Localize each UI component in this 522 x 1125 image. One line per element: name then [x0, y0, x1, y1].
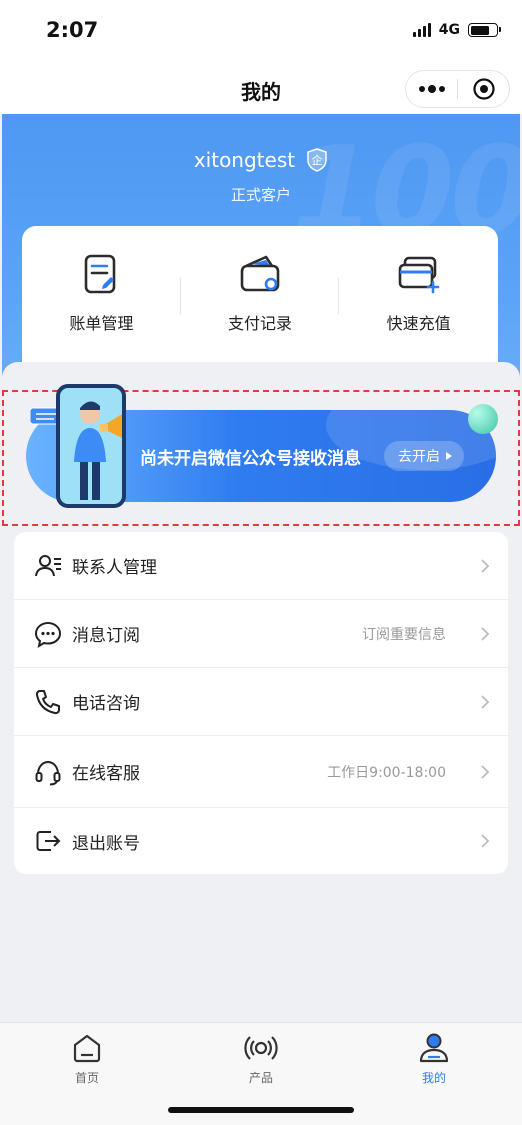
tab-label: 首页: [74, 1071, 99, 1085]
menu-item-label: 退出账号: [72, 833, 140, 854]
message-icon: [34, 621, 62, 648]
menu-item-label: 消息订阅: [72, 626, 140, 646]
quick-action-payments[interactable]: 支付记录: [181, 226, 340, 376]
miniprogram-capsule: [405, 70, 510, 108]
tab-bar: 首页 产品 我的: [0, 1022, 522, 1125]
status-time: 2:07: [46, 18, 99, 42]
menu-item-label: 联系人管理: [72, 558, 157, 578]
chevron-right-icon: [481, 558, 490, 573]
quick-action-label: 快速充值: [386, 314, 451, 333]
enable-button-label: 去开启: [398, 449, 440, 465]
phone-icon: [35, 689, 60, 714]
enable-button[interactable]: 去开启: [384, 441, 464, 471]
username: xitongtest: [193, 148, 296, 172]
profile-name-row: xitongtest 企: [2, 148, 520, 172]
signal-icon: [412, 23, 431, 37]
menu-item-phone-consult[interactable]: 电话咨询: [14, 668, 508, 736]
menu-item-online-service[interactable]: 在线客服 工作日9:00-18:00: [14, 736, 508, 808]
settings-menu: 联系人管理 消息订阅 订阅重要信息 电话咨询 在线客服 工作日9:00-18:0…: [14, 532, 508, 874]
quick-action-recharge[interactable]: 快速充值: [339, 226, 498, 376]
bill-icon: [85, 254, 116, 294]
status-bar: 2:07 4G: [0, 0, 522, 64]
card-plus-icon: [398, 256, 439, 294]
wallet-icon: [240, 255, 280, 292]
tab-label: 我的: [421, 1071, 446, 1085]
customer-level: 正式客户: [230, 186, 291, 204]
home-icon: [73, 1034, 101, 1063]
chevron-right-icon: [481, 834, 490, 848]
chevron-right-icon: [481, 764, 490, 779]
logout-icon: [36, 831, 61, 851]
tab-label: 产品: [248, 1071, 273, 1085]
enterprise-badge-icon: 企: [307, 148, 327, 172]
status-indicators: 4G: [412, 22, 501, 38]
contacts-icon: [35, 554, 61, 576]
menu-item-label: 电话咨询: [72, 694, 140, 714]
more-icon[interactable]: [406, 84, 457, 93]
battery-icon: [468, 23, 501, 37]
chevron-right-icon: [481, 694, 490, 709]
tab-home[interactable]: 首页: [27, 1031, 147, 1086]
quick-action-label: 支付记录: [228, 314, 293, 333]
menu-item-contacts[interactable]: 联系人管理: [14, 532, 508, 600]
chevron-right-icon: [481, 626, 490, 641]
quick-action-bills[interactable]: 账单管理: [22, 226, 181, 376]
menu-item-message-subscription[interactable]: 消息订阅 订阅重要信息: [14, 600, 508, 668]
phone-megaphone-illustration: [30, 384, 126, 508]
svg-text:企: 企: [312, 153, 323, 167]
menu-item-label: 在线客服: [72, 764, 140, 784]
close-miniprogram-icon[interactable]: [458, 77, 509, 101]
home-indicator: [168, 1107, 354, 1113]
quick-actions-card: 账单管理 支付记录 快速充值: [22, 226, 498, 376]
network-type: 4G: [438, 22, 460, 38]
play-arrow-icon: [446, 452, 452, 460]
content-panel: 尚未开启微信公众号接收消息 去开启 联系人管理 消息订阅 订阅重要信息 电话咨询…: [2, 362, 520, 1022]
quick-action-label: 账单管理: [69, 314, 134, 333]
tab-mine[interactable]: 我的: [374, 1031, 494, 1086]
headset-icon: [35, 760, 61, 785]
menu-item-hint: 工作日9:00-18:00: [327, 764, 446, 781]
menu-item-logout[interactable]: 退出账号: [14, 808, 508, 874]
broadcast-icon: [244, 1036, 278, 1060]
bubble-decoration: [468, 404, 498, 434]
nav-bar: 我的: [0, 64, 522, 114]
menu-item-hint: 订阅重要信息: [362, 626, 446, 643]
tab-products[interactable]: 产品: [201, 1031, 321, 1086]
banner-text: 尚未开启微信公众号接收消息: [140, 449, 361, 469]
user-icon: [419, 1033, 449, 1063]
